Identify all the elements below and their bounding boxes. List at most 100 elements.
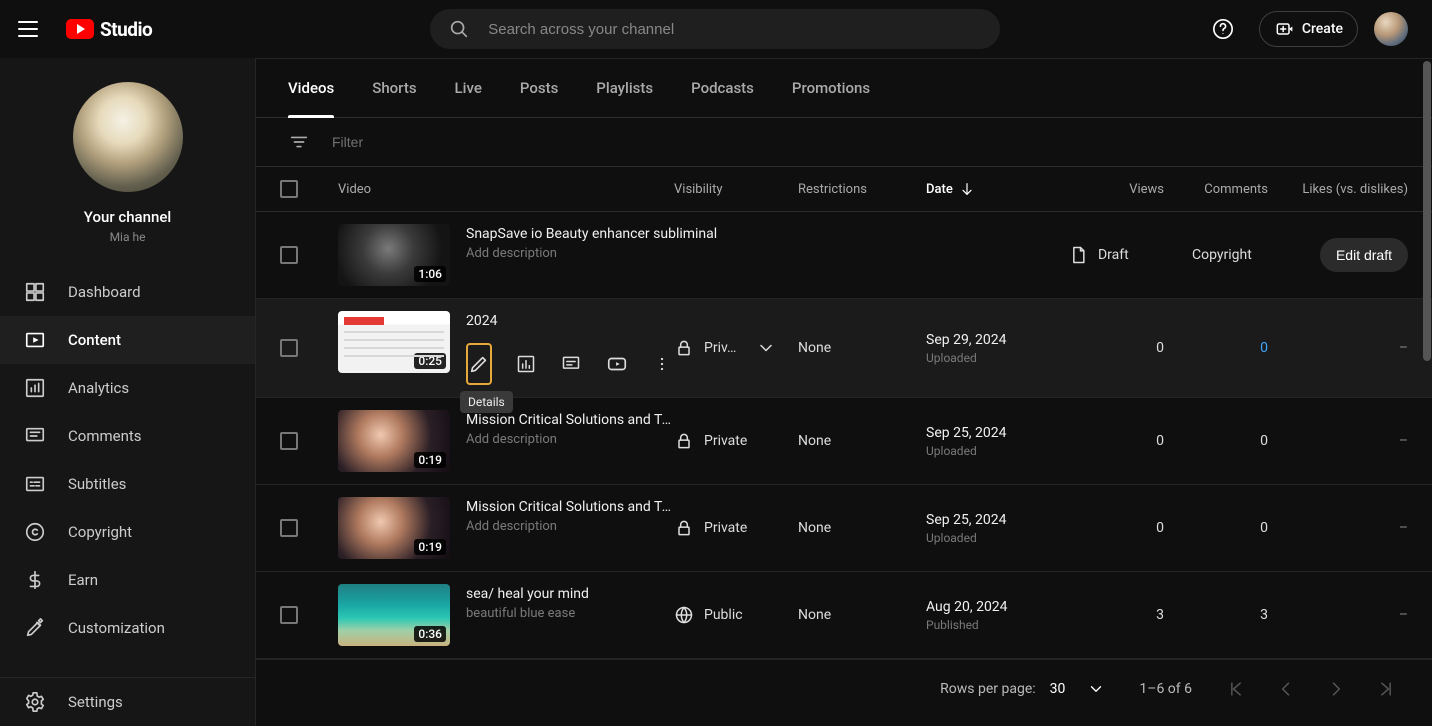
col-date-header[interactable]: Date: [926, 181, 1076, 197]
sidebar-item-settings[interactable]: Settings: [0, 678, 255, 726]
sidebar-item-subtitles[interactable]: Subtitles: [0, 460, 255, 508]
channel-card[interactable]: Your channel Mia he: [0, 58, 255, 262]
video-duration: 0:36: [414, 626, 446, 642]
chevron-down-icon: [1087, 680, 1105, 698]
pager: [1226, 679, 1396, 699]
content-icon: [24, 329, 46, 351]
global-search[interactable]: [430, 9, 1000, 49]
page-prev-icon[interactable]: [1276, 679, 1296, 699]
comments-icon: [24, 425, 46, 447]
video-thumbnail[interactable]: 0:36: [338, 584, 450, 646]
restrictions-cell: None: [798, 607, 926, 623]
action-comments[interactable]: [560, 343, 584, 385]
comments-icon: [561, 354, 581, 374]
sidebar-item-earn[interactable]: Earn: [0, 556, 255, 604]
video-thumbnail[interactable]: 0:25: [338, 311, 450, 373]
channel-card-name: Mia he: [110, 230, 146, 244]
copyright-icon: [24, 521, 46, 543]
page-next-icon[interactable]: [1326, 679, 1346, 699]
filter-input[interactable]: [332, 134, 513, 150]
col-visibility-header[interactable]: Visibility: [674, 182, 798, 197]
table-row[interactable]: 0:25 2024: [256, 299, 1432, 398]
col-views-header[interactable]: Views: [1076, 182, 1164, 197]
action-view-on-youtube[interactable]: [605, 343, 629, 385]
sidebar-item-label: Dashboard: [68, 283, 141, 301]
row-actions: Details: [466, 343, 674, 385]
tab-promotions[interactable]: Promotions: [792, 59, 870, 117]
content-scrollbar[interactable]: [1422, 59, 1432, 726]
table-row[interactable]: 0:36 sea/ heal your mind beautiful blue …: [256, 572, 1432, 659]
row-checkbox[interactable]: [280, 432, 298, 450]
col-video-header[interactable]: Video: [338, 182, 674, 197]
video-title: Mission Critical Solutions and TestRail: [466, 499, 674, 515]
app-header: Studio Create: [0, 0, 1432, 58]
create-icon: [1274, 19, 1294, 39]
row-checkbox[interactable]: [280, 519, 298, 537]
analytics-icon: [516, 354, 536, 374]
row-checkbox[interactable]: [280, 339, 298, 357]
action-analytics[interactable]: [514, 343, 538, 385]
video-date: Sep 25, 2024: [926, 512, 1007, 528]
row-checkbox[interactable]: [280, 246, 298, 264]
table-row[interactable]: 0:19 Mission Critical Solutions and Test…: [256, 398, 1432, 485]
create-button[interactable]: Create: [1259, 11, 1358, 47]
visibility-cell[interactable]: Priv…: [674, 338, 798, 358]
tab-videos[interactable]: Videos: [288, 59, 334, 117]
rows-per-page-select[interactable]: 30: [1050, 680, 1106, 698]
col-likes-header[interactable]: Likes (vs. dislikes): [1268, 182, 1408, 197]
video-thumbnail[interactable]: 0:19: [338, 410, 450, 472]
row-checkbox[interactable]: [280, 606, 298, 624]
video-date-status: Uploaded: [926, 351, 1007, 365]
filter-bar: [256, 118, 1432, 166]
video-date: Sep 25, 2024: [926, 425, 1007, 441]
video-likes: –: [1268, 433, 1408, 449]
table-body: 1:06 SnapSave io Beauty enhancer sublimi…: [256, 212, 1432, 659]
video-comments: 0: [1164, 520, 1268, 536]
visibility-cell: Private: [674, 518, 798, 538]
filter-icon[interactable]: [288, 131, 310, 153]
video-date: Sep 29, 2024: [926, 332, 1007, 348]
chevron-down-icon[interactable]: [756, 338, 776, 358]
rows-per-page-label: Rows per page:: [940, 681, 1035, 697]
tab-shorts[interactable]: Shorts: [372, 59, 416, 117]
page-last-icon[interactable]: [1376, 679, 1396, 699]
sidebar-item-analytics[interactable]: Analytics: [0, 364, 255, 412]
edit-draft-button[interactable]: Edit draft: [1320, 238, 1408, 272]
video-date-status: Uploaded: [926, 531, 1007, 545]
video-description: Add description: [466, 432, 674, 447]
menu-toggle-icon[interactable]: [16, 17, 40, 41]
sidebar-item-copyright[interactable]: Copyright: [0, 508, 255, 556]
sidebar-item-content[interactable]: Content: [0, 316, 255, 364]
search-input[interactable]: [488, 21, 982, 38]
video-comments: 3: [1164, 607, 1268, 623]
action-more[interactable]: [651, 343, 675, 385]
action-details[interactable]: [466, 343, 492, 385]
account-avatar[interactable]: [1374, 12, 1408, 46]
sidebar-item-comments[interactable]: Comments: [0, 412, 255, 460]
youtube-studio-logo[interactable]: Studio: [66, 18, 152, 41]
tab-podcasts[interactable]: Podcasts: [691, 59, 754, 117]
video-thumbnail[interactable]: 0:19: [338, 497, 450, 559]
sidebar-item-customization[interactable]: Customization: [0, 604, 255, 652]
table-row[interactable]: 1:06 SnapSave io Beauty enhancer sublimi…: [256, 212, 1432, 299]
sidebar-item-dashboard[interactable]: Dashboard: [0, 268, 255, 316]
search-icon: [448, 18, 470, 40]
video-date-status: Published: [926, 618, 1008, 632]
tab-posts[interactable]: Posts: [520, 59, 558, 117]
help-button[interactable]: [1203, 9, 1243, 49]
youtube-icon: [606, 353, 628, 375]
video-comments[interactable]: 0: [1164, 340, 1268, 356]
select-all-checkbox[interactable]: [280, 180, 298, 198]
table-row[interactable]: 0:19 Mission Critical Solutions and Test…: [256, 485, 1432, 572]
tab-live[interactable]: Live: [455, 59, 482, 117]
video-views: 0: [1076, 340, 1164, 356]
col-restrictions-header[interactable]: Restrictions: [798, 182, 926, 197]
page-first-icon[interactable]: [1226, 679, 1246, 699]
sidebar-item-label: Content: [68, 331, 121, 349]
youtube-play-icon: [66, 19, 94, 39]
dashboard-icon: [24, 281, 46, 303]
video-description: Add description: [466, 519, 674, 534]
col-comments-header[interactable]: Comments: [1164, 182, 1268, 197]
tab-playlists[interactable]: Playlists: [596, 59, 653, 117]
video-thumbnail[interactable]: 1:06: [338, 224, 450, 286]
